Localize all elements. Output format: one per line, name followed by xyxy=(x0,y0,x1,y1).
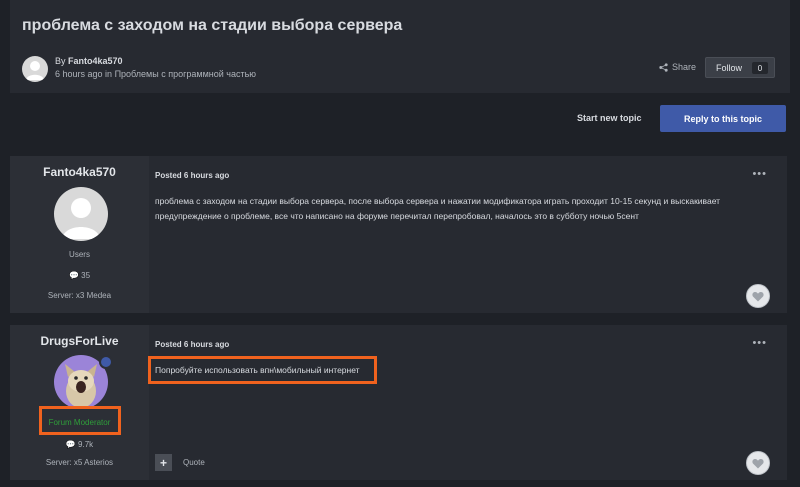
topic-time: 6 hours ago xyxy=(55,69,103,79)
multiquote-button[interactable]: + xyxy=(155,454,172,471)
posted-prefix: Posted xyxy=(155,171,184,180)
post-count: 💬 35 xyxy=(10,271,149,280)
post-count-value: 35 xyxy=(81,271,91,280)
share-icon xyxy=(659,62,668,72)
post-body-line: проблема с заходом на стадии выбора серв… xyxy=(155,196,721,206)
topic-header: проблема с заходом на стадии выбора серв… xyxy=(10,0,790,93)
author-link[interactable]: Fanto4ka570 xyxy=(68,56,123,66)
post-menu-icon[interactable]: ••• xyxy=(752,337,767,349)
comment-icon: 💬 xyxy=(68,271,79,280)
topic-title: проблема с заходом на стадии выбора серв… xyxy=(22,17,403,34)
post-author-panel: DrugsForLive Forum Moderator 💬 9.7k Serv… xyxy=(10,325,149,480)
default-avatar-icon xyxy=(26,61,44,80)
topic-meta: By Fanto4ka570 6 hours ago in Проблемы с… xyxy=(55,55,256,81)
quote-button[interactable]: Quote xyxy=(183,458,205,467)
post-count-value: 9.7k xyxy=(78,440,94,449)
by-prefix: By xyxy=(55,56,69,66)
moderator-badge-icon xyxy=(99,355,113,369)
heart-icon xyxy=(752,291,764,301)
user-group: Users xyxy=(69,250,90,259)
share-button[interactable]: Share xyxy=(659,62,696,72)
post-username[interactable]: Fanto4ka570 xyxy=(10,165,149,179)
posted-time: Posted 6 hours ago xyxy=(155,340,229,349)
follow-button[interactable]: Follow 0 xyxy=(705,57,775,78)
follow-label: Follow xyxy=(716,62,743,73)
post-count: 💬 9.7k xyxy=(10,440,149,449)
post-body-line: предупреждение о проблеме, все что напис… xyxy=(155,211,639,221)
user-server: Server: x3 Medea xyxy=(47,291,112,300)
in-label: in xyxy=(102,69,115,79)
post-username[interactable]: DrugsForLive xyxy=(10,334,149,348)
post-author-panel: Fanto4ka570 Users 💬 35 Server: x3 Medea xyxy=(10,156,149,313)
share-label: Share xyxy=(672,62,697,72)
user-server: Server: x5 Asterios xyxy=(45,458,114,467)
author-avatar[interactable] xyxy=(22,56,48,82)
post-drugsforlive: DrugsForLive Forum Moderator 💬 9.7k Serv… xyxy=(10,325,787,480)
like-button[interactable] xyxy=(746,451,770,475)
highlight-box xyxy=(39,406,121,435)
highlight-box xyxy=(148,356,377,384)
post-menu-icon[interactable]: ••• xyxy=(752,168,767,180)
posted-time-value[interactable]: 6 hours ago xyxy=(184,171,229,180)
user-avatar[interactable] xyxy=(54,187,108,241)
posted-prefix: Posted xyxy=(155,340,184,349)
like-button[interactable] xyxy=(746,284,770,308)
post-body: проблема с заходом на стадии выбора серв… xyxy=(155,194,755,224)
posted-time: Posted 6 hours ago xyxy=(155,171,229,180)
posted-time-value[interactable]: 6 hours ago xyxy=(184,340,229,349)
reply-to-topic-button[interactable]: Reply to this topic xyxy=(660,105,786,132)
start-new-topic-link[interactable]: Start new topic xyxy=(577,113,642,123)
default-avatar-icon xyxy=(62,198,100,239)
heart-icon xyxy=(752,458,764,468)
forum-link[interactable]: Проблемы с программной частью xyxy=(115,69,256,79)
comment-icon: 💬 xyxy=(65,440,76,449)
post-fanto4ka570: Fanto4ka570 Users 💬 35 Server: x3 Medea … xyxy=(10,156,787,313)
follow-count: 0 xyxy=(752,62,768,74)
